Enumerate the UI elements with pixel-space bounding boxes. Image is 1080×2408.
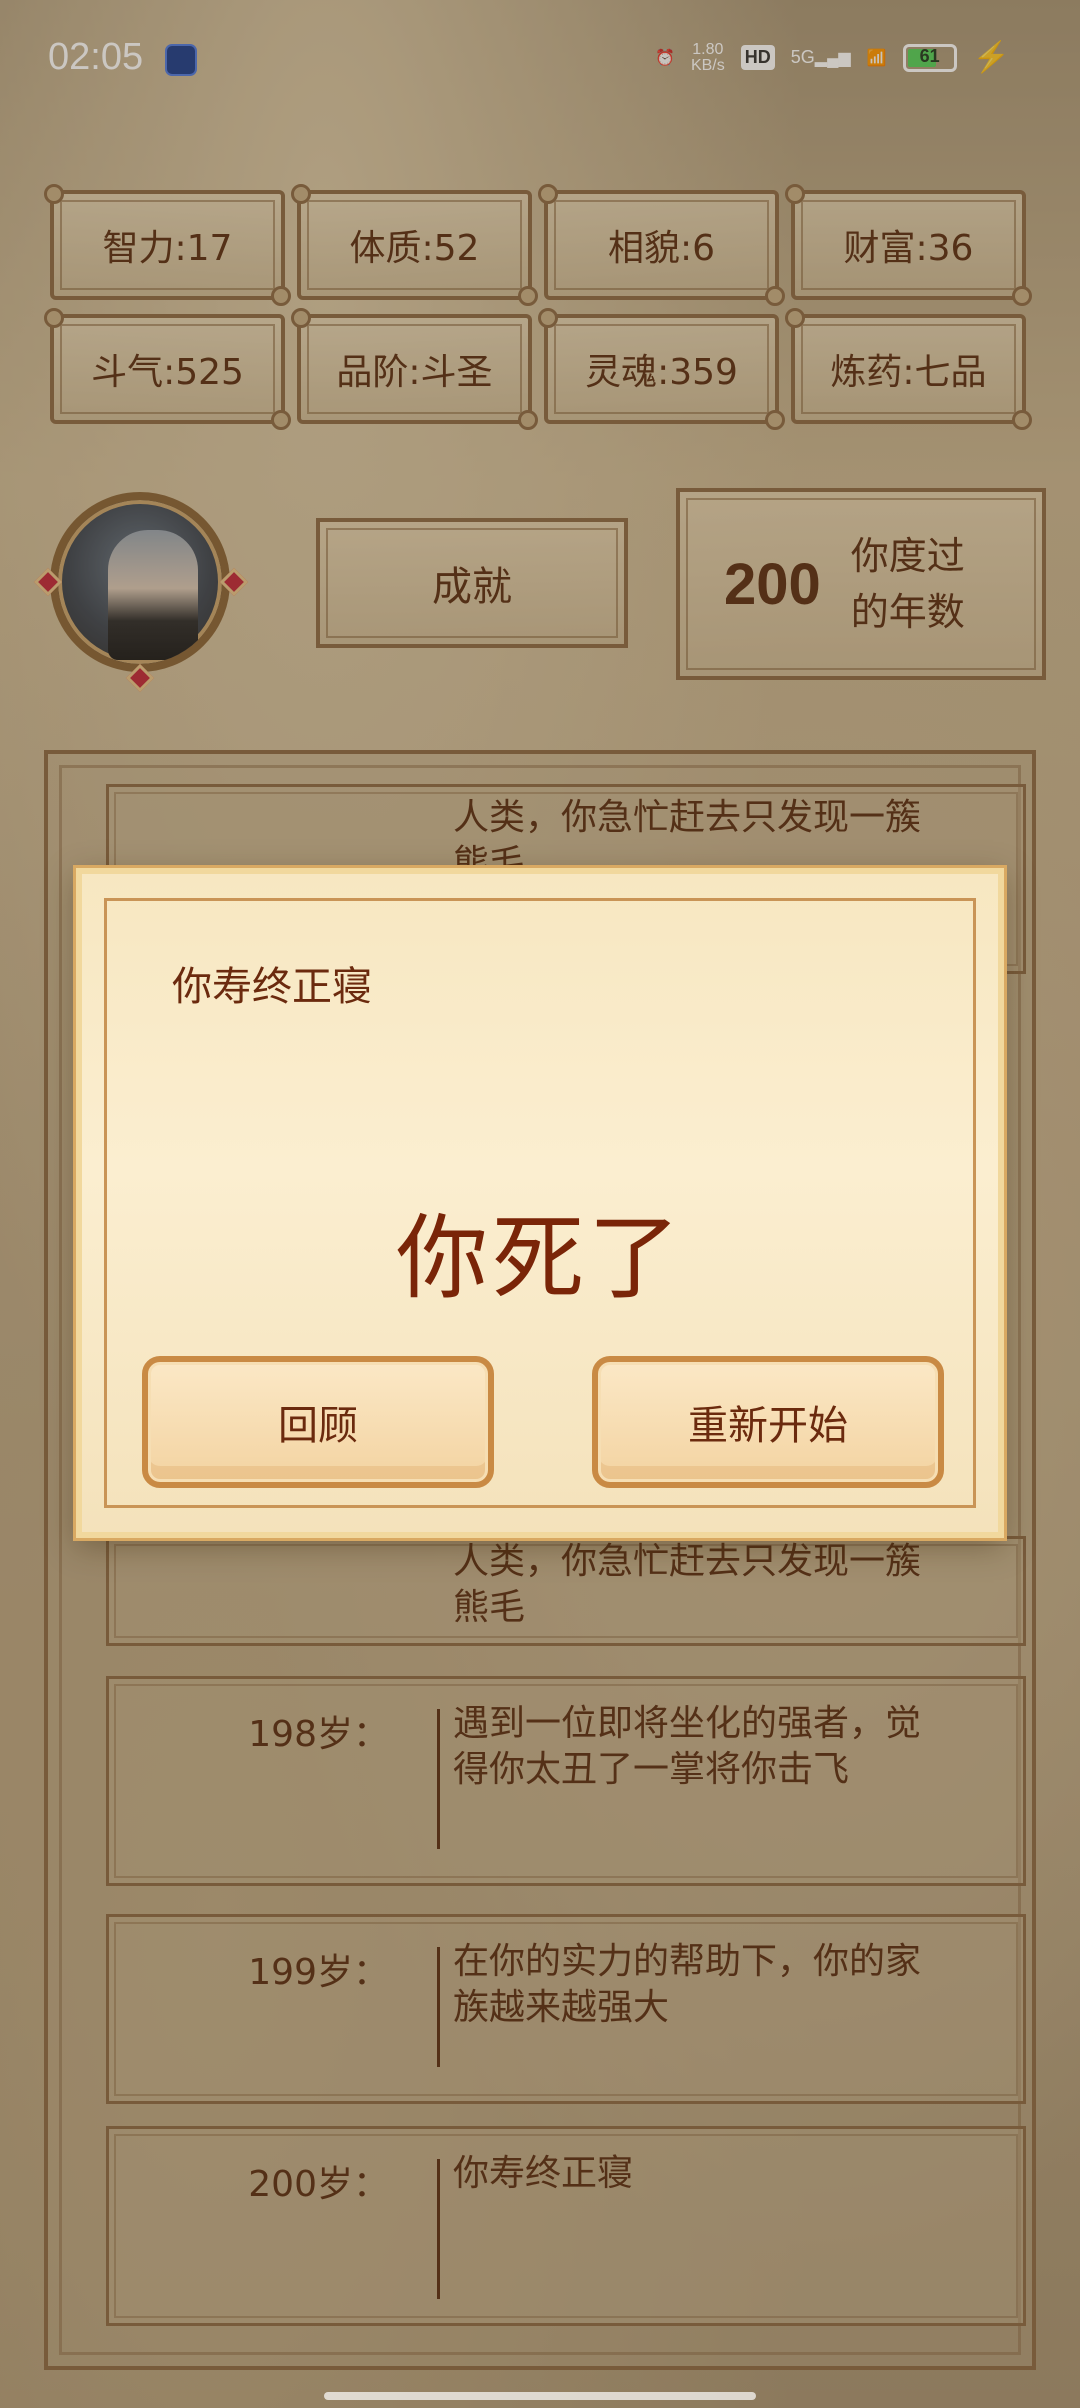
restart-button[interactable]: 重新开始 bbox=[592, 1356, 944, 1488]
modal-subtitle: 你寿终正寝 bbox=[172, 964, 372, 1010]
review-button[interactable]: 回顾 bbox=[142, 1356, 494, 1488]
modal-title: 你死了 bbox=[395, 1205, 684, 1312]
death-modal: 你寿终正寝 你死了 回顾 重新开始 bbox=[76, 868, 1004, 1538]
home-indicator[interactable] bbox=[324, 2392, 756, 2400]
